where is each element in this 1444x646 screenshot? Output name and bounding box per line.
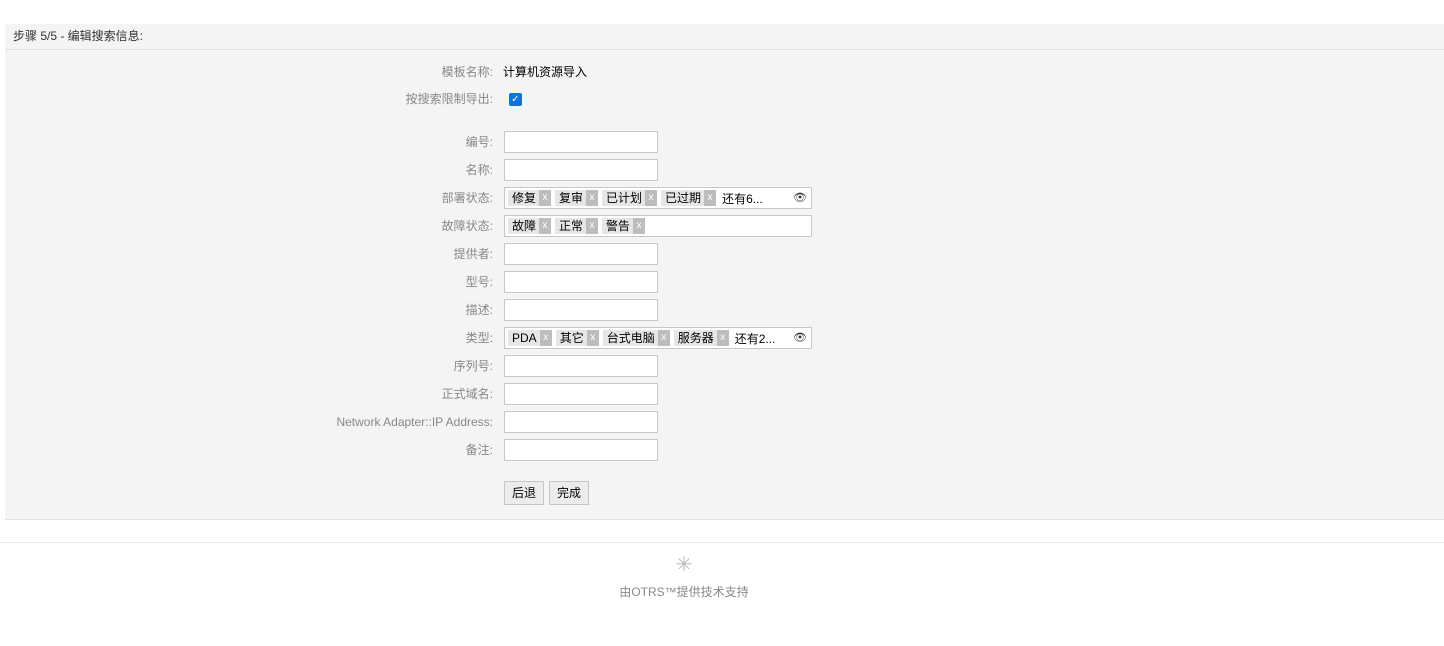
template-name-value: 计算机资源导入 bbox=[503, 65, 588, 79]
incident-state-row: 故障状态: 故障 x 正常 x 警告 x bbox=[5, 215, 1444, 237]
model-label: 型号: bbox=[465, 275, 493, 289]
fqdn-input[interactable] bbox=[504, 383, 658, 405]
note-input[interactable] bbox=[504, 439, 658, 461]
type-multiselect[interactable]: PDA x 其它 x 台式电脑 x 服务器 x 还有2... 👁 bbox=[504, 327, 812, 349]
powered-by-text: 由OTRS™提供技术支持 bbox=[619, 585, 749, 599]
description-input[interactable] bbox=[504, 299, 658, 321]
search-info-panel: 步骤 5/5 - 编辑搜索信息: 模板名称: 计算机资源导入 按搜索限制导出: … bbox=[5, 24, 1444, 520]
restrict-export-checkbox[interactable]: ✓ bbox=[509, 93, 522, 106]
remove-tag-icon[interactable]: x bbox=[539, 330, 552, 346]
fqdn-label: 正式域名: bbox=[441, 387, 493, 401]
finish-button[interactable]: 完成 bbox=[549, 481, 590, 505]
note-label: 备注: bbox=[465, 443, 493, 457]
ip-address-row: Network Adapter::IP Address: bbox=[5, 411, 1444, 433]
serial-row: 序列号: bbox=[5, 355, 1444, 377]
template-name-row: 模板名称: 计算机资源导入 bbox=[5, 61, 1444, 83]
restrict-export-label: 按搜索限制导出: bbox=[405, 92, 493, 106]
type-more[interactable]: 还有2... bbox=[735, 330, 776, 347]
model-row: 型号: bbox=[5, 271, 1444, 293]
deploy-state-tag: 已计划 x bbox=[602, 190, 658, 206]
ip-address-input[interactable] bbox=[504, 411, 658, 433]
panel-header: 步骤 5/5 - 编辑搜索信息: bbox=[5, 24, 1444, 50]
eye-icon[interactable]: 👁 bbox=[793, 331, 807, 345]
deploy-state-multiselect[interactable]: 修复 x 复审 x 已计划 x 已过期 x 还有6... 👁 bbox=[504, 187, 812, 209]
description-row: 描述: bbox=[5, 299, 1444, 321]
incident-state-tag: 正常 x bbox=[555, 218, 599, 234]
eye-icon[interactable]: 👁 bbox=[793, 191, 807, 205]
vendor-input[interactable] bbox=[504, 243, 658, 265]
number-label: 编号: bbox=[465, 135, 493, 149]
name-label: 名称: bbox=[465, 163, 493, 177]
note-row: 备注: bbox=[5, 439, 1444, 461]
remove-tag-icon[interactable]: x bbox=[704, 190, 717, 206]
incident-state-tag: 故障 x bbox=[508, 218, 552, 234]
remove-tag-icon[interactable]: x bbox=[586, 330, 599, 346]
remove-tag-icon[interactable]: x bbox=[539, 190, 552, 206]
description-label: 描述: bbox=[465, 303, 493, 317]
type-row: 类型: PDA x 其它 x 台式电脑 x 服务器 x 还有2... 👁 bbox=[5, 327, 1444, 349]
deploy-state-label: 部署状态: bbox=[441, 191, 493, 205]
remove-tag-icon[interactable]: x bbox=[716, 330, 729, 346]
type-tag: 服务器 x bbox=[673, 330, 729, 346]
deploy-state-tag: 已过期 x bbox=[661, 190, 717, 206]
deploy-state-tag: 修复 x bbox=[508, 190, 552, 206]
name-input[interactable] bbox=[504, 159, 658, 181]
otrs-logo-icon: ✳ bbox=[675, 554, 693, 576]
vendor-label: 提供者: bbox=[453, 247, 493, 261]
remove-tag-icon[interactable]: x bbox=[586, 218, 599, 234]
number-input[interactable] bbox=[504, 131, 658, 153]
type-label: 类型: bbox=[465, 331, 493, 345]
template-name-label: 模板名称: bbox=[441, 65, 493, 79]
remove-tag-icon[interactable]: x bbox=[657, 330, 670, 346]
fqdn-row: 正式域名: bbox=[5, 383, 1444, 405]
incident-state-tag: 警告 x bbox=[602, 218, 646, 234]
footer-divider bbox=[0, 542, 1444, 543]
name-row: 名称: bbox=[5, 159, 1444, 181]
type-tag: 其它 x bbox=[555, 330, 599, 346]
incident-state-multiselect[interactable]: 故障 x 正常 x 警告 x bbox=[504, 215, 812, 237]
number-row: 编号: bbox=[5, 131, 1444, 153]
restrict-export-row: 按搜索限制导出: ✓ bbox=[5, 88, 1444, 110]
remove-tag-icon[interactable]: x bbox=[586, 190, 599, 206]
remove-tag-icon[interactable]: x bbox=[539, 218, 552, 234]
ip-address-label: Network Adapter::IP Address: bbox=[336, 415, 493, 429]
model-input[interactable] bbox=[504, 271, 658, 293]
incident-state-label: 故障状态: bbox=[441, 219, 493, 233]
remove-tag-icon[interactable]: x bbox=[633, 218, 646, 234]
type-tag: PDA x bbox=[508, 330, 552, 346]
serial-input[interactable] bbox=[504, 355, 658, 377]
deploy-state-tag: 复审 x bbox=[555, 190, 599, 206]
serial-label: 序列号: bbox=[453, 359, 493, 373]
deploy-state-more[interactable]: 还有6... bbox=[722, 190, 763, 207]
button-row: 后退 完成 bbox=[5, 481, 1444, 505]
remove-tag-icon[interactable]: x bbox=[645, 190, 658, 206]
deploy-state-row: 部署状态: 修复 x 复审 x 已计划 x 已过期 x 还有6... 👁 bbox=[5, 187, 1444, 209]
back-button[interactable]: 后退 bbox=[504, 481, 545, 505]
vendor-row: 提供者: bbox=[5, 243, 1444, 265]
type-tag: 台式电脑 x bbox=[602, 330, 670, 346]
